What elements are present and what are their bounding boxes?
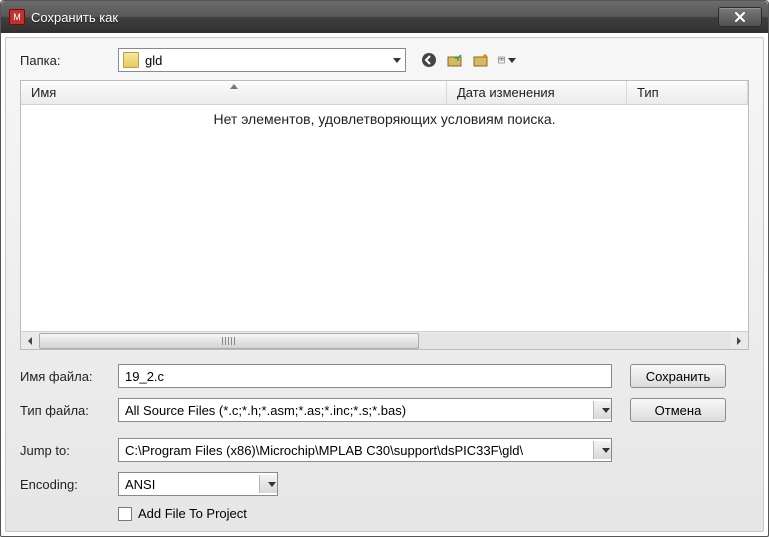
column-headers: Имя Дата изменения Тип — [21, 81, 748, 105]
save-button[interactable]: Сохранить — [630, 364, 726, 388]
close-icon — [734, 12, 746, 22]
save-as-dialog: M Сохранить как Папка: gld — [0, 0, 769, 537]
folder-toolbar — [420, 51, 516, 69]
file-area[interactable]: Нет элементов, удовлетворяющих условиям … — [21, 105, 748, 331]
chevron-down-icon — [602, 408, 610, 413]
folder-combo[interactable]: gld — [118, 48, 406, 72]
close-button[interactable] — [718, 7, 762, 27]
new-folder-icon — [473, 52, 489, 68]
new-folder-button[interactable] — [472, 51, 490, 69]
scrollbar-track[interactable] — [39, 333, 730, 349]
column-header-type-label: Тип — [637, 85, 659, 100]
back-button[interactable] — [420, 51, 438, 69]
titlebar[interactable]: M Сохранить как — [1, 1, 768, 33]
view-menu-button[interactable] — [498, 51, 516, 69]
jumpto-combo[interactable]: C:\Program Files (x86)\Microchip\MPLAB C… — [118, 438, 612, 462]
add-file-checkbox[interactable] — [118, 507, 132, 521]
column-header-modified[interactable]: Дата изменения — [447, 81, 627, 104]
filename-input[interactable] — [118, 364, 612, 388]
jumpto-dropdown-button[interactable] — [593, 441, 611, 459]
folder-row: Папка: gld — [20, 48, 749, 72]
column-header-name-label: Имя — [31, 85, 56, 100]
filetype-combo[interactable]: All Source Files (*.c;*.h;*.asm;*.as;*.i… — [118, 398, 612, 422]
column-header-modified-label: Дата изменения — [457, 85, 555, 100]
cancel-button[interactable]: Отмена — [630, 398, 726, 422]
sort-asc-icon — [230, 84, 238, 89]
encoding-value: ANSI — [125, 477, 255, 492]
jumpto-row: Jump to: C:\Program Files (x86)\Microchi… — [20, 438, 749, 462]
chevron-down-icon — [393, 58, 401, 63]
form-rows: Имя файла: Сохранить Тип файла: All Sour… — [20, 364, 749, 521]
encoding-combo[interactable]: ANSI — [118, 472, 278, 496]
jumpto-label: Jump to: — [20, 443, 118, 458]
filetype-value: All Source Files (*.c;*.h;*.asm;*.as;*.i… — [125, 403, 589, 418]
add-file-row: Add File To Project — [118, 506, 749, 521]
filetype-dropdown-button[interactable] — [593, 401, 611, 419]
add-file-label: Add File To Project — [138, 506, 247, 521]
chevron-down-icon — [268, 482, 276, 487]
jumpto-value: C:\Program Files (x86)\Microchip\MPLAB C… — [125, 443, 589, 458]
filetype-label: Тип файла: — [20, 403, 118, 418]
filename-label: Имя файла: — [20, 369, 118, 384]
folder-up-icon — [447, 52, 463, 68]
filename-row: Имя файла: Сохранить — [20, 364, 749, 388]
column-header-type[interactable]: Тип — [627, 81, 748, 104]
scrollbar-thumb[interactable] — [39, 333, 419, 349]
filetype-row: Тип файла: All Source Files (*.c;*.h;*.a… — [20, 398, 749, 422]
empty-message: Нет элементов, удовлетворяющих условиям … — [21, 111, 748, 127]
column-header-name[interactable]: Имя — [21, 81, 447, 104]
chevron-down-icon — [602, 448, 610, 453]
window-title: Сохранить как — [31, 10, 718, 25]
triangle-right-icon — [735, 336, 743, 346]
encoding-row: Encoding: ANSI — [20, 472, 749, 496]
client-area: Папка: gld — [5, 37, 764, 532]
chevron-down-icon — [508, 58, 516, 63]
horizontal-scrollbar[interactable] — [21, 331, 748, 349]
folder-icon — [123, 52, 139, 68]
scroll-right-button[interactable] — [730, 333, 748, 349]
encoding-label: Encoding: — [20, 477, 118, 492]
view-icon — [498, 53, 506, 67]
grip-icon — [222, 337, 236, 345]
app-icon: M — [9, 9, 25, 25]
back-icon — [421, 52, 437, 68]
encoding-dropdown-button[interactable] — [259, 475, 277, 493]
scroll-left-button[interactable] — [21, 333, 39, 349]
file-list: Имя Дата изменения Тип Нет элементов, уд… — [20, 80, 749, 350]
folder-name: gld — [145, 53, 387, 68]
up-one-level-button[interactable] — [446, 51, 464, 69]
triangle-left-icon — [26, 336, 34, 346]
folder-label: Папка: — [20, 53, 118, 68]
